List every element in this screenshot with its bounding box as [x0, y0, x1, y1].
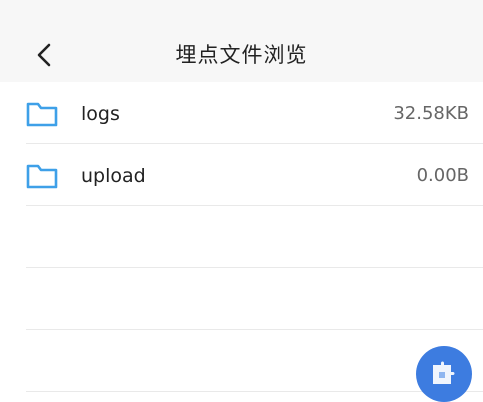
empty-row: [26, 206, 483, 268]
folder-icon: [26, 102, 58, 127]
empty-row: [26, 268, 483, 330]
file-size: 32.58KB: [393, 103, 469, 124]
folder-icon: [26, 164, 58, 189]
floating-action-button[interactable]: [416, 346, 472, 402]
list-item-upload[interactable]: upload 0.00B: [26, 144, 483, 206]
puzzle-piece-icon: [433, 361, 455, 384]
file-list: logs 32.58KB upload 0.00B: [0, 82, 483, 392]
file-name: upload: [81, 165, 146, 187]
nav-bar: 埋点文件浏览: [0, 0, 483, 82]
file-name: logs: [81, 103, 120, 125]
empty-row: [26, 330, 483, 392]
page-title: 埋点文件浏览: [175, 43, 308, 67]
file-size: 0.00B: [416, 165, 469, 186]
list-item-logs[interactable]: logs 32.58KB: [26, 82, 483, 144]
